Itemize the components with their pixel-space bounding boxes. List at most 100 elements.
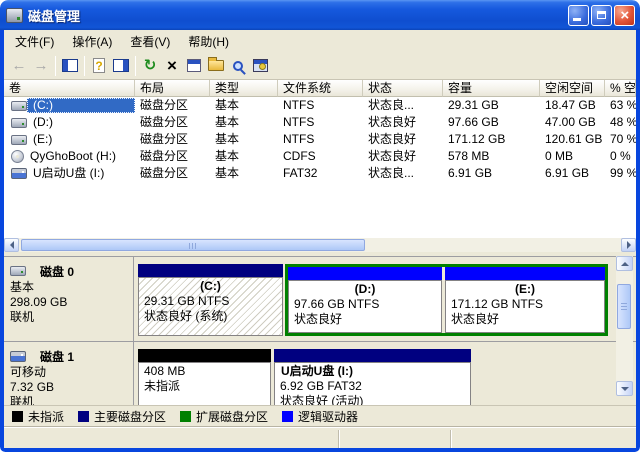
minimize-icon [573, 18, 581, 21]
show-action-pane-button[interactable] [110, 55, 132, 77]
title-bar[interactable]: 磁盘管理 × [0, 0, 640, 30]
maximize-button[interactable] [591, 5, 612, 26]
disk-size: 7.32 GB [10, 380, 131, 395]
maximize-icon [597, 11, 606, 19]
arrow-down-icon [621, 387, 629, 391]
properties-button[interactable] [183, 55, 205, 77]
column-header-volume[interactable]: 卷 [4, 80, 135, 97]
help-button[interactable]: ? [88, 55, 110, 77]
volume-percent-free: 99 % [605, 165, 636, 182]
cd-rom-icon [11, 150, 24, 163]
volume-table-header: 卷 布局 类型 文件系统 状态 容量 空闲空间 % 空 [4, 80, 636, 97]
toolbar: ← → ? ↻ × [4, 52, 636, 80]
extended-partition: (D:) 97.66 GB NTFS 状态良好 (E:) 171.12 GB N… [285, 264, 608, 336]
menu-action[interactable]: 操作(A) [63, 30, 121, 53]
volume-row-c[interactable]: (C:) 磁盘分区 基本 NTFS 状态良... 29.31 GB 18.47 … [4, 97, 636, 114]
unallocated-region[interactable]: 408 MB 未指派 [138, 349, 271, 405]
legend-swatch-logical [282, 411, 293, 422]
forward-icon: → [34, 58, 49, 73]
console-settings-button[interactable] [249, 55, 271, 77]
disk-0-label[interactable]: 磁盘 0 基本 298.09 GB 联机 [4, 257, 134, 341]
volume-layout: 磁盘分区 [135, 97, 210, 114]
back-button[interactable]: ← [8, 55, 30, 77]
partition-i[interactable]: U启动U盘 (I:) 6.92 GB FAT32 状态良好 (活动) [274, 349, 471, 405]
volume-filesystem: NTFS [278, 114, 363, 131]
partition-name: (E:) [446, 282, 604, 297]
volume-free-space: 6.91 GB [540, 165, 605, 182]
column-header-percent-free[interactable]: % 空 [605, 80, 636, 97]
delete-button[interactable]: × [161, 55, 183, 77]
show-console-tree-button[interactable] [59, 55, 81, 77]
partition-size: 6.92 GB FAT32 [275, 379, 470, 394]
zoom-button[interactable] [227, 55, 249, 77]
scroll-up-button[interactable] [616, 256, 633, 271]
disk-type: 基本 [10, 280, 131, 295]
column-header-layout[interactable]: 布局 [135, 80, 210, 97]
volume-status: 状态良好 [363, 148, 443, 165]
volume-capacity: 97.66 GB [443, 114, 540, 131]
column-header-capacity[interactable]: 容量 [443, 80, 540, 97]
legend-label: 扩展磁盘分区 [196, 408, 268, 425]
volume-free-space: 18.47 GB [540, 97, 605, 114]
volume-filesystem: NTFS [278, 97, 363, 114]
volume-type: 基本 [210, 165, 278, 182]
volume-status: 状态良好 [363, 114, 443, 131]
window-controls: × [568, 5, 635, 26]
disk-1-row: 磁盘 1 可移动 7.32 GB 联机 408 MB 未指派 [4, 341, 636, 405]
partition-c-color-bar [138, 264, 283, 277]
menu-help[interactable]: 帮助(H) [179, 30, 238, 53]
column-header-free-space[interactable]: 空闲空间 [540, 80, 605, 97]
disk-0-row: 磁盘 0 基本 298.09 GB 联机 (C:) 29.31 GB NTFS … [4, 256, 636, 341]
volume-name: (E:) [27, 132, 135, 147]
menu-view[interactable]: 查看(V) [121, 30, 179, 53]
volume-row-h[interactable]: QyGhoBoot (H:) 磁盘分区 基本 CDFS 状态良好 578 MB … [4, 148, 636, 165]
volume-percent-free: 63 % [605, 97, 636, 114]
window-frame: 文件(F) 操作(A) 查看(V) 帮助(H) ← → ? ↻ × 卷 [0, 30, 640, 452]
forward-button[interactable]: → [30, 55, 52, 77]
action-pane-icon [113, 59, 129, 72]
minimize-button[interactable] [568, 5, 589, 26]
vertical-scrollbar[interactable] [616, 256, 633, 396]
status-bar [4, 427, 636, 448]
volume-type: 基本 [210, 148, 278, 165]
refresh-button[interactable]: ↻ [139, 55, 161, 77]
legend-item-unallocated: 未指派 [12, 408, 64, 425]
horizontal-scroll-thumb[interactable] [21, 239, 365, 251]
disk-state: 联机 [10, 310, 131, 325]
horizontal-scrollbar[interactable] [4, 238, 636, 252]
vertical-scroll-thumb[interactable] [617, 284, 631, 329]
close-icon: × [620, 8, 629, 23]
disk-name: 磁盘 0 [40, 263, 74, 280]
volume-capacity: 578 MB [443, 148, 540, 165]
scroll-left-button[interactable] [4, 238, 19, 252]
volume-row-i[interactable]: U启动U盘 (I:) 磁盘分区 基本 FAT32 状态良... 6.91 GB … [4, 165, 636, 182]
open-folder-button[interactable] [205, 55, 227, 77]
partition-status: 状态良好 (系统) [139, 309, 282, 324]
status-panel [450, 430, 636, 448]
partition-c[interactable]: (C:) 29.31 GB NTFS 状态良好 (系统) [138, 264, 283, 336]
column-header-type[interactable]: 类型 [210, 80, 278, 97]
disk-state: 联机 [10, 395, 131, 405]
volume-filesystem: NTFS [278, 131, 363, 148]
volume-row-e[interactable]: (E:) 磁盘分区 基本 NTFS 状态良好 171.12 GB 120.61 … [4, 131, 636, 148]
horizontal-scroll-track[interactable] [19, 238, 621, 252]
volume-type: 基本 [210, 131, 278, 148]
partition-d[interactable]: (D:) 97.66 GB NTFS 状态良好 [288, 267, 442, 333]
scroll-right-button[interactable] [621, 238, 636, 252]
vertical-scroll-track[interactable] [616, 271, 633, 381]
partition-name: (C:) [139, 279, 282, 294]
menu-file[interactable]: 文件(F) [6, 30, 63, 53]
volume-percent-free: 48 % [605, 114, 636, 131]
partition-e[interactable]: (E:) 171.12 GB NTFS 状态良好 [445, 267, 605, 333]
scroll-down-button[interactable] [616, 381, 633, 396]
legend-label: 逻辑驱动器 [298, 408, 358, 425]
volume-filesystem: CDFS [278, 148, 363, 165]
volume-row-d[interactable]: (D:) 磁盘分区 基本 NTFS 状态良好 97.66 GB 47.00 GB… [4, 114, 636, 131]
zoom-icon [233, 61, 243, 71]
hard-drive-icon [11, 118, 27, 128]
column-header-filesystem[interactable]: 文件系统 [278, 80, 363, 97]
disk-1-label[interactable]: 磁盘 1 可移动 7.32 GB 联机 [4, 342, 134, 405]
partition-size: 408 MB [139, 364, 270, 379]
close-button[interactable]: × [614, 5, 635, 26]
column-header-status[interactable]: 状态 [363, 80, 443, 97]
